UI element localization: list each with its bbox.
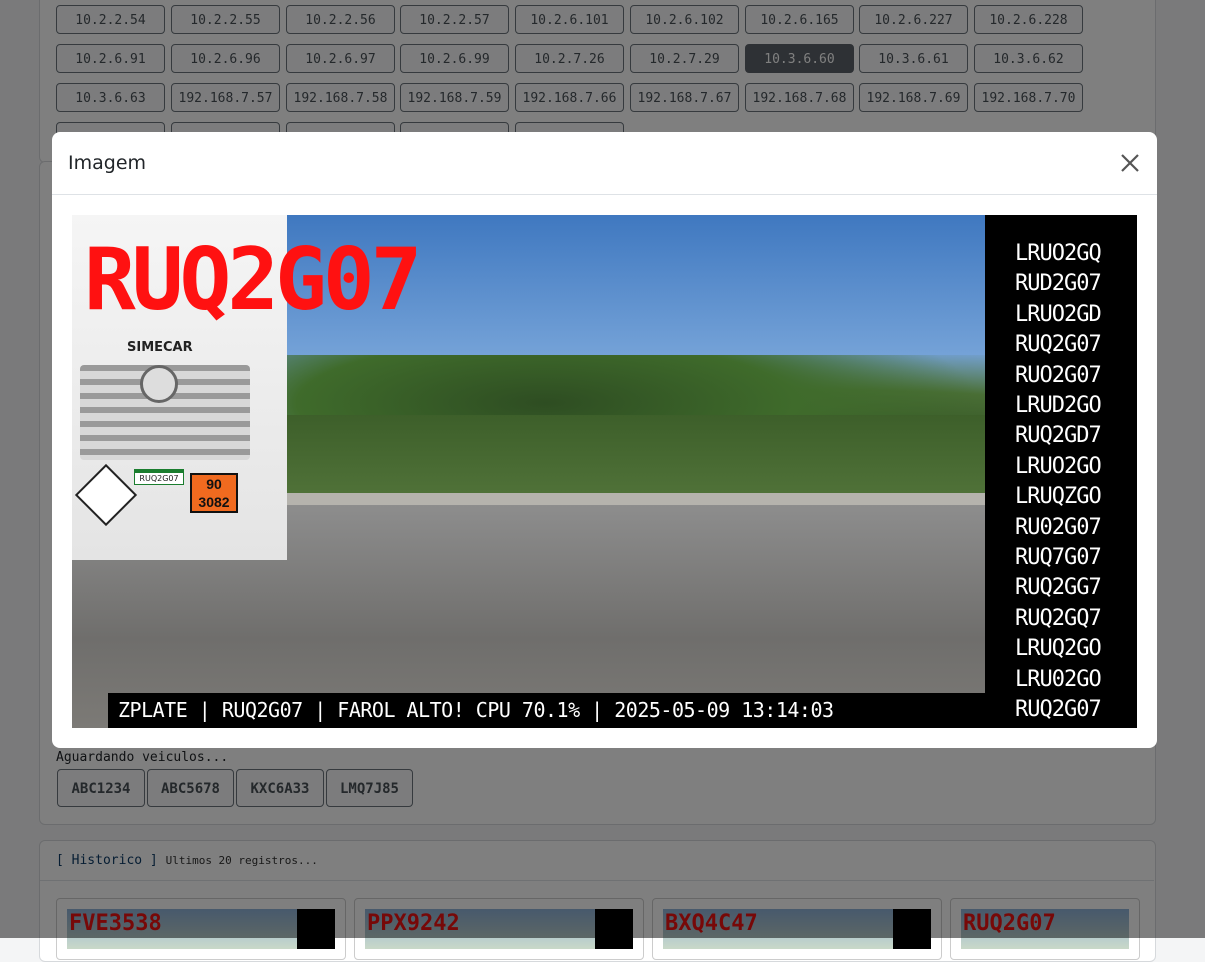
camera-snapshot: SIMECAR RUQ2G07 90 3082 RUQ2G07 LRUO2GQ R… xyxy=(72,215,1137,728)
plate-candidate: LRUO2GQ xyxy=(1015,241,1102,266)
hazard-number-bottom: 3082 xyxy=(198,494,230,510)
modal-header: Imagem xyxy=(52,132,1157,195)
hazard-diamond xyxy=(74,463,138,527)
plate-candidate: RUQ2GG7 xyxy=(1015,575,1102,601)
candidates-panel: LRUO2GQ RUD2G07 LRUO2GD RUQ2G07 RUO2G07 LRUD2… xyxy=(985,215,1137,728)
plate-candidate: RUQ2G07 xyxy=(1015,697,1102,722)
status-line: ZPLATE | RUQ2G07 | FAROL ALTO! CPU 70.1%… xyxy=(108,693,985,728)
plate-candidate: RUQ2GD7 xyxy=(1015,423,1102,449)
image-modal: Imagem SIMECAR RUQ2G07 90 3082 RUQ2G07 L… xyxy=(52,132,1157,748)
plate-candidate: RUO2G07 xyxy=(1015,362,1102,388)
close-icon[interactable] xyxy=(1119,152,1141,174)
plate-candidate: LRUQZGO xyxy=(1015,484,1102,510)
hazard-panel: 90 3082 xyxy=(190,473,238,513)
truck-logo xyxy=(140,365,178,403)
hazard-number-top: 90 xyxy=(206,476,222,492)
plate-candidate: RUQ2G07 xyxy=(1015,332,1102,358)
plate-candidate: RU02G07 xyxy=(1015,514,1102,540)
bushes xyxy=(272,415,985,505)
vehicle-plate: RUQ2G07 xyxy=(134,469,184,485)
plate-candidate: RUQ2GQ7 xyxy=(1015,605,1102,631)
plate-candidate: LRUO2GD xyxy=(1015,301,1102,327)
recognized-plate-overlay: RUQ2G07 xyxy=(84,230,422,330)
modal-title: Imagem xyxy=(68,152,147,174)
truck-brand: SIMECAR xyxy=(127,340,193,355)
plate-candidate: LRUD2GO xyxy=(1015,393,1102,418)
plate-candidate: RUD2G07 xyxy=(1015,271,1102,297)
plate-candidate: LRUO2GO xyxy=(1015,453,1102,479)
plate-candidate: LRUQ2GO xyxy=(1015,636,1102,662)
plate-candidate: RUQ7G07 xyxy=(1015,545,1102,570)
plate-candidate: LRU02GO xyxy=(1015,666,1102,692)
